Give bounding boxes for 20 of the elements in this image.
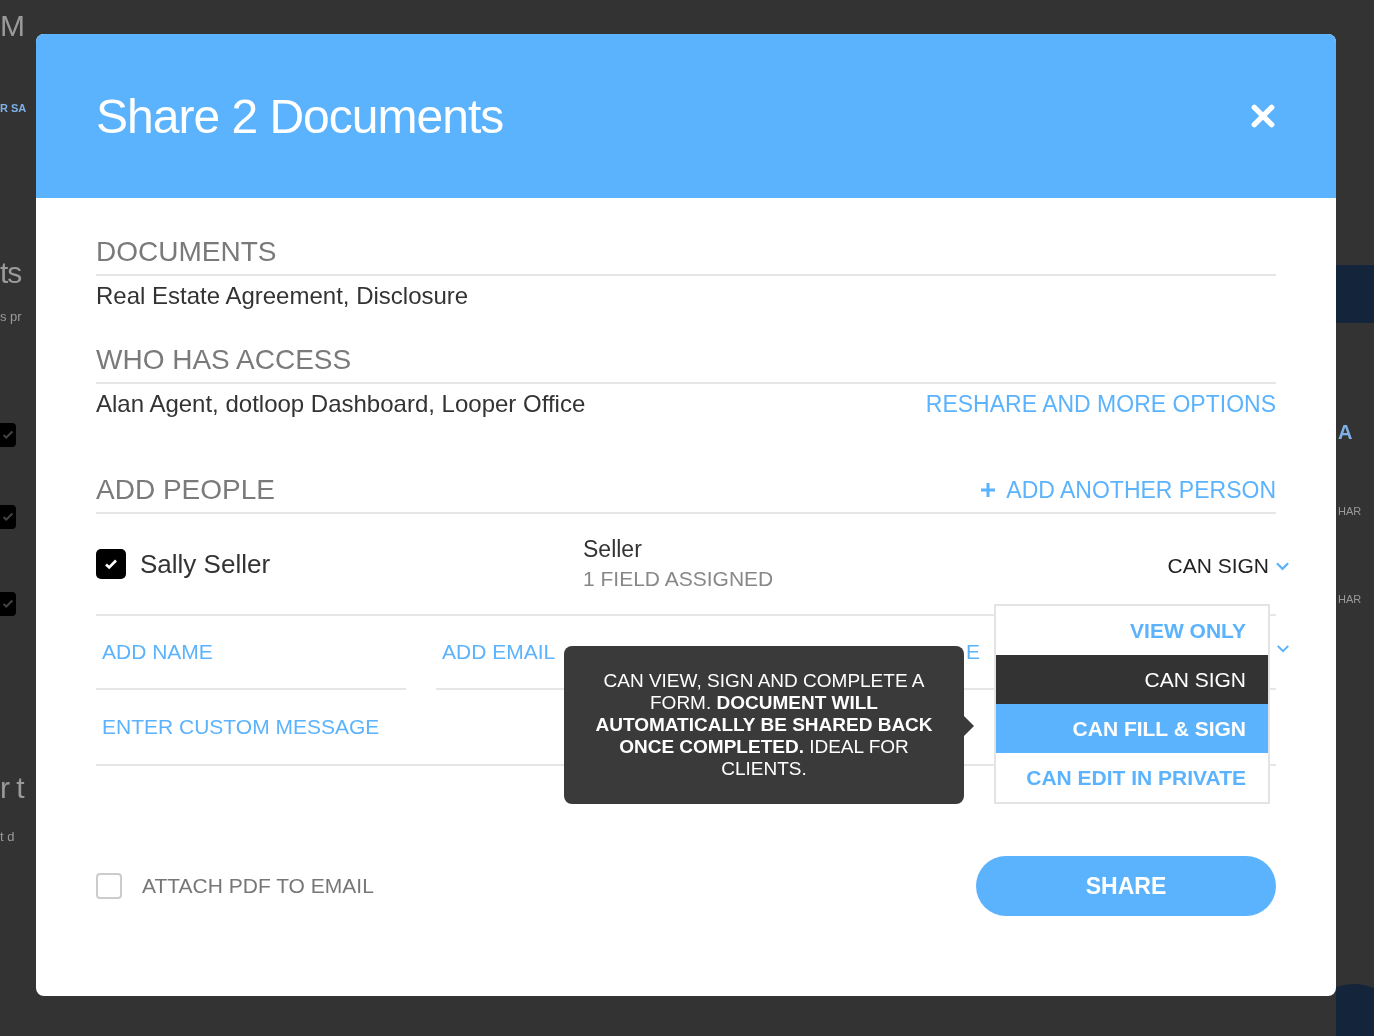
section-heading: ADD PEOPLE [96, 473, 275, 507]
page-text: ts [0, 255, 22, 291]
page-text: HAR [1338, 592, 1362, 607]
page-text: R SA [0, 101, 27, 116]
section-heading: WHO HAS ACCESS [96, 344, 352, 375]
fields-assigned: 1 FIELD ASSIGNED [583, 566, 775, 592]
person-name: Sally Seller [140, 548, 271, 580]
page-text: M [0, 8, 24, 44]
page-text: HAR [1338, 504, 1362, 519]
page-text: s pr [0, 308, 22, 326]
page-text: t d [0, 828, 15, 846]
page-text: A [1338, 420, 1353, 444]
tooltip: CAN VIEW, SIGN AND COMPLETE A FORM. DOCUMENT WILL AUTOMATICALLY BE SHARED BACK ONCE COMPLETED. IDEAL FOR CLIENTS. [564, 646, 964, 804]
section-heading: DOCUMENTS [96, 236, 277, 267]
access-list: Alan Agent, dotloop Dashboard, Looper Office [96, 384, 586, 424]
documents-list: Real Estate Agreement, Disclosure [96, 276, 469, 316]
attach-label: ATTACH PDF TO EMAIL [142, 874, 374, 898]
page-text: r t [0, 770, 24, 806]
dialog-title: Share 2 Documents [96, 88, 504, 144]
person-role: Seller [583, 535, 643, 564]
